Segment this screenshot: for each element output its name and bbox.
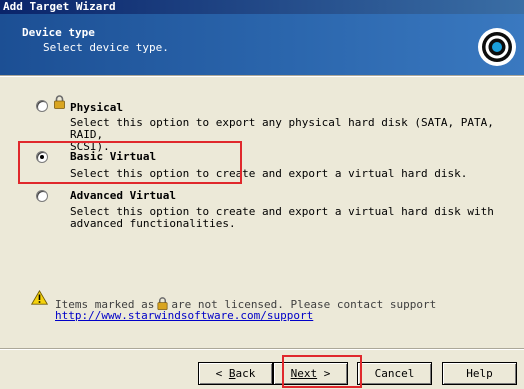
wizard-header: Device type Select device type. xyxy=(0,14,524,75)
cancel-button[interactable]: Cancel xyxy=(357,362,432,385)
header-title: Device type xyxy=(22,26,95,39)
help-label: Help xyxy=(466,367,493,380)
starwind-logo-icon xyxy=(478,28,516,66)
advanced-virtual-title: Advanced Virtual xyxy=(70,189,176,202)
back-prefix: < xyxy=(215,367,229,380)
window-title: Add Target Wizard xyxy=(3,0,116,13)
header-separator xyxy=(0,75,524,77)
back-button[interactable]: < Back xyxy=(198,362,273,385)
header-subtitle: Select device type. xyxy=(43,41,169,54)
footer-separator xyxy=(0,348,524,350)
physical-radio[interactable] xyxy=(36,100,48,112)
cancel-label: Cancel xyxy=(374,367,415,380)
physical-title: Physical xyxy=(70,101,123,114)
back-hotkey: B xyxy=(228,367,236,380)
window-title-bar: Add Target Wizard xyxy=(0,0,524,14)
lock-icon xyxy=(54,95,65,112)
help-button[interactable]: Help xyxy=(442,362,517,385)
support-link[interactable]: http://www.starwindsoftware.com/support xyxy=(55,309,313,322)
advanced-virtual-description: Select this option to create and export … xyxy=(70,205,494,230)
warning-icon xyxy=(30,289,49,308)
highlight-box-basic-virtual xyxy=(18,141,242,184)
advanced-virtual-radio[interactable] xyxy=(36,190,48,202)
highlight-box-next xyxy=(282,355,362,388)
back-label-rest: ack xyxy=(235,367,256,380)
